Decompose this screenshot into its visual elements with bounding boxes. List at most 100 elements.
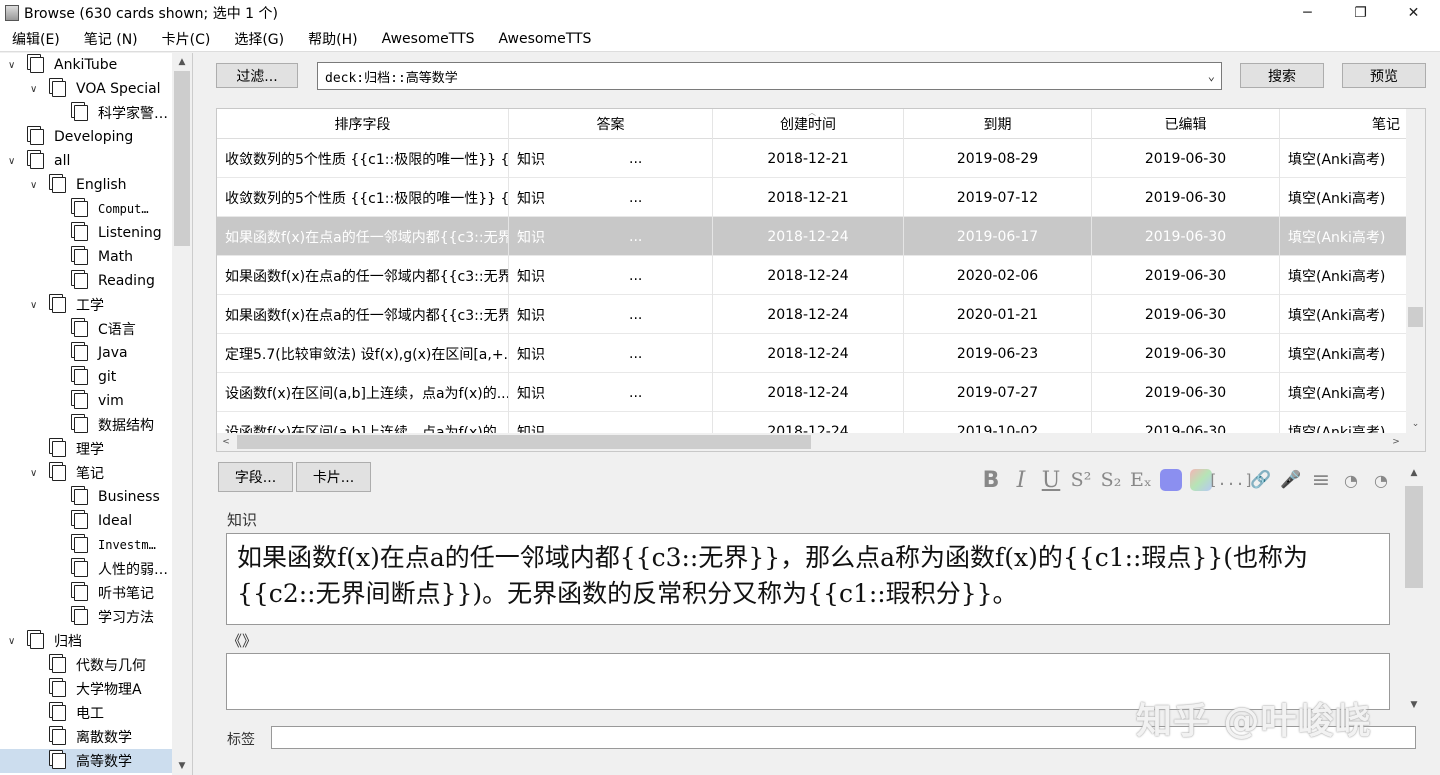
sidebar-item[interactable]: ∨ VOA Special — [0, 77, 172, 101]
underline-icon[interactable]: U — [1038, 467, 1064, 493]
table-row[interactable]: 收敛数列的5个性质 {{c1::极限的唯一性}} {{c... 知识... 2018… — [217, 178, 1407, 217]
subscript-icon[interactable]: S₂ — [1098, 467, 1124, 493]
superscript-icon[interactable]: S² — [1068, 467, 1094, 493]
menu-awesometts-1[interactable]: AwesomeTTS — [370, 31, 487, 47]
microphone-icon[interactable]: 🎤 — [1278, 467, 1304, 493]
table-row[interactable]: 如果函数f(x)在点a的任一邻域内都{{c3::无界... 知识... 2018-1… — [217, 256, 1407, 295]
paperclip-icon[interactable]: 🔗 — [1248, 467, 1274, 493]
minimize-button[interactable]: ─ — [1281, 0, 1334, 26]
sidebar-item[interactable]: 高等数学 — [0, 749, 172, 773]
column-header-due[interactable]: 到期 — [904, 109, 1092, 139]
scroll-right-icon[interactable]: > — [1387, 433, 1405, 451]
menu-cards[interactable]: 卡片(C) — [150, 29, 223, 49]
deck-icon — [52, 753, 66, 769]
sidebar-item[interactable]: Business — [0, 485, 172, 509]
editor-scroll-thumb[interactable] — [1405, 486, 1423, 588]
column-header-created[interactable]: ︿ 创建时间 — [713, 109, 904, 139]
sidebar-item[interactable]: 电工 — [0, 701, 172, 725]
sidebar-item[interactable]: Ideal — [0, 509, 172, 533]
sidebar-item[interactable]: Math — [0, 245, 172, 269]
sidebar-item[interactable]: Developing — [0, 125, 172, 149]
sidebar-item[interactable]: 科学家警… — [0, 101, 172, 125]
sidebar-item[interactable]: ∨ English — [0, 173, 172, 197]
filter-button[interactable]: 过滤... — [216, 63, 298, 88]
sidebar-item[interactable]: Reading — [0, 269, 172, 293]
preview-button[interactable]: 预览 — [1342, 63, 1426, 88]
chevron-down-icon[interactable]: ∨ — [8, 636, 20, 647]
tts-speaker-icon[interactable]: ◔ — [1338, 467, 1364, 493]
table-row[interactable]: 设函数f(x)在区间(a,b]上连续，点a为f(x)的...知识...2018-… — [217, 373, 1407, 412]
sidebar-item[interactable]: Comput… — [0, 197, 172, 221]
chevron-down-icon[interactable]: ∨ — [8, 60, 20, 71]
scroll-down-icon[interactable]: ▼ — [1402, 696, 1426, 714]
fields-button[interactable]: 字段... — [218, 462, 293, 492]
sidebar-item[interactable]: Java — [0, 341, 172, 365]
sidebar-item[interactable]: Listening — [0, 221, 172, 245]
menu-edit[interactable]: 编辑(E) — [0, 29, 72, 49]
search-button[interactable]: 搜索 — [1240, 63, 1324, 88]
sidebar-item[interactable]: ∨ 工学 — [0, 293, 172, 317]
sidebar-item[interactable]: 理学 — [0, 437, 172, 461]
menu-awesometts-2[interactable]: AwesomeTTS — [487, 31, 604, 47]
sidebar-item[interactable]: 人性的弱… — [0, 557, 172, 581]
maximize-button[interactable]: ❐ — [1334, 0, 1387, 26]
chevron-down-icon[interactable]: ∨ — [30, 468, 42, 479]
text-color-icon[interactable] — [1158, 467, 1184, 493]
scroll-up-icon[interactable]: ▲ — [172, 53, 192, 71]
sidebar-item[interactable]: ∨ all — [0, 149, 172, 173]
field-editor-knowledge[interactable]: 如果函数f(x)在点a的任一邻域内都{{c3::无界}}，那么点a称为函数f(x… — [226, 533, 1390, 625]
sidebar-item[interactable]: Investm… — [0, 533, 172, 557]
column-header-edited[interactable]: 已编辑 — [1092, 109, 1280, 139]
scroll-up-icon[interactable]: ▲ — [1402, 464, 1426, 482]
chevron-down-icon[interactable]: ⌄ — [1208, 69, 1215, 83]
cloze-icon[interactable]: [...] — [1208, 467, 1253, 493]
sidebar-item[interactable]: 代数与几何 — [0, 653, 172, 677]
sidebar-item[interactable]: ∨ 归档 — [0, 629, 172, 653]
sidebar-item[interactable]: git — [0, 365, 172, 389]
table-row[interactable]: 定理5.7(比较审敛法) 设f(x),g(x)在区间[a,+... 知识... 20… — [217, 334, 1407, 373]
sidebar-item[interactable]: ∨ 笔记 — [0, 461, 172, 485]
close-button[interactable]: ✕ — [1387, 0, 1440, 26]
chevron-down-icon[interactable]: ∨ — [30, 300, 42, 311]
table-vscroll-thumb[interactable] — [1408, 307, 1423, 327]
sidebar-scroll-thumb[interactable] — [174, 71, 190, 246]
table-row[interactable]: 如果函数f(x)在点a的任一邻域内都{{c3::无界... 知识... 2018-1… — [217, 217, 1407, 256]
more-menu-icon[interactable]: ≡ — [1308, 467, 1334, 493]
scroll-down-icon[interactable]: ▼ — [172, 757, 192, 775]
cards-button[interactable]: 卡片... — [296, 462, 371, 492]
table-row[interactable]: 收敛数列的5个性质 {{c1::极限的唯一性}} {{c... 知识... 2018… — [217, 139, 1407, 178]
chevron-down-icon[interactable]: ∨ — [8, 156, 20, 167]
sidebar-item[interactable]: vim — [0, 389, 172, 413]
column-header-note[interactable]: 笔记 — [1280, 109, 1407, 139]
clear-format-icon[interactable]: Eₓ — [1128, 467, 1154, 493]
sidebar-item[interactable]: 学习方法 — [0, 605, 172, 629]
sidebar-item[interactable]: 数据结构 — [0, 413, 172, 437]
sidebar-item[interactable]: ∨ AnkiTube — [0, 53, 172, 77]
chevron-down-icon[interactable]: ∨ — [30, 180, 42, 191]
column-header-answer[interactable]: 答案 — [509, 109, 713, 139]
bold-icon[interactable]: B — [978, 467, 1004, 493]
menu-select[interactable]: 选择(G) — [222, 29, 296, 49]
column-header-sort-field[interactable]: 排序字段 — [217, 109, 509, 139]
sidebar-item[interactable]: C语言 — [0, 317, 172, 341]
table-horizontal-scrollbar[interactable]: < > — [217, 433, 1425, 451]
menu-help[interactable]: 帮助(H) — [296, 29, 369, 49]
table-hscroll-thumb[interactable] — [237, 435, 811, 449]
sidebar-item-label: 代数与几何 — [76, 658, 146, 674]
scroll-left-icon[interactable]: < — [217, 433, 235, 451]
sidebar-item-label: AnkiTube — [54, 57, 118, 73]
sidebar-scrollbar[interactable]: ▲ ▼ — [172, 53, 192, 775]
search-input[interactable]: deck:归档::高等数学 ⌄ — [317, 62, 1222, 90]
sidebar-item[interactable]: 大学物理A — [0, 677, 172, 701]
deck-icon — [30, 57, 44, 73]
sidebar-item[interactable]: 离散数学 — [0, 725, 172, 749]
editor-scrollbar[interactable]: ▲ ▼ — [1402, 464, 1426, 714]
sidebar-item[interactable]: 听书笔记 — [0, 581, 172, 605]
table-vertical-scrollbar[interactable]: ⌄ — [1406, 109, 1425, 433]
table-row[interactable]: 如果函数f(x)在点a的任一邻域内都{{c3::无界... 知识... 2018-1… — [217, 295, 1407, 334]
scroll-down-icon[interactable]: ⌄ — [1406, 415, 1425, 433]
chevron-down-icon[interactable]: ∨ — [30, 84, 42, 95]
italic-icon[interactable]: I — [1008, 467, 1034, 493]
menu-notes[interactable]: 笔记 (N) — [72, 29, 150, 49]
tts-speaker-icon-2[interactable]: ◔ — [1368, 467, 1394, 493]
